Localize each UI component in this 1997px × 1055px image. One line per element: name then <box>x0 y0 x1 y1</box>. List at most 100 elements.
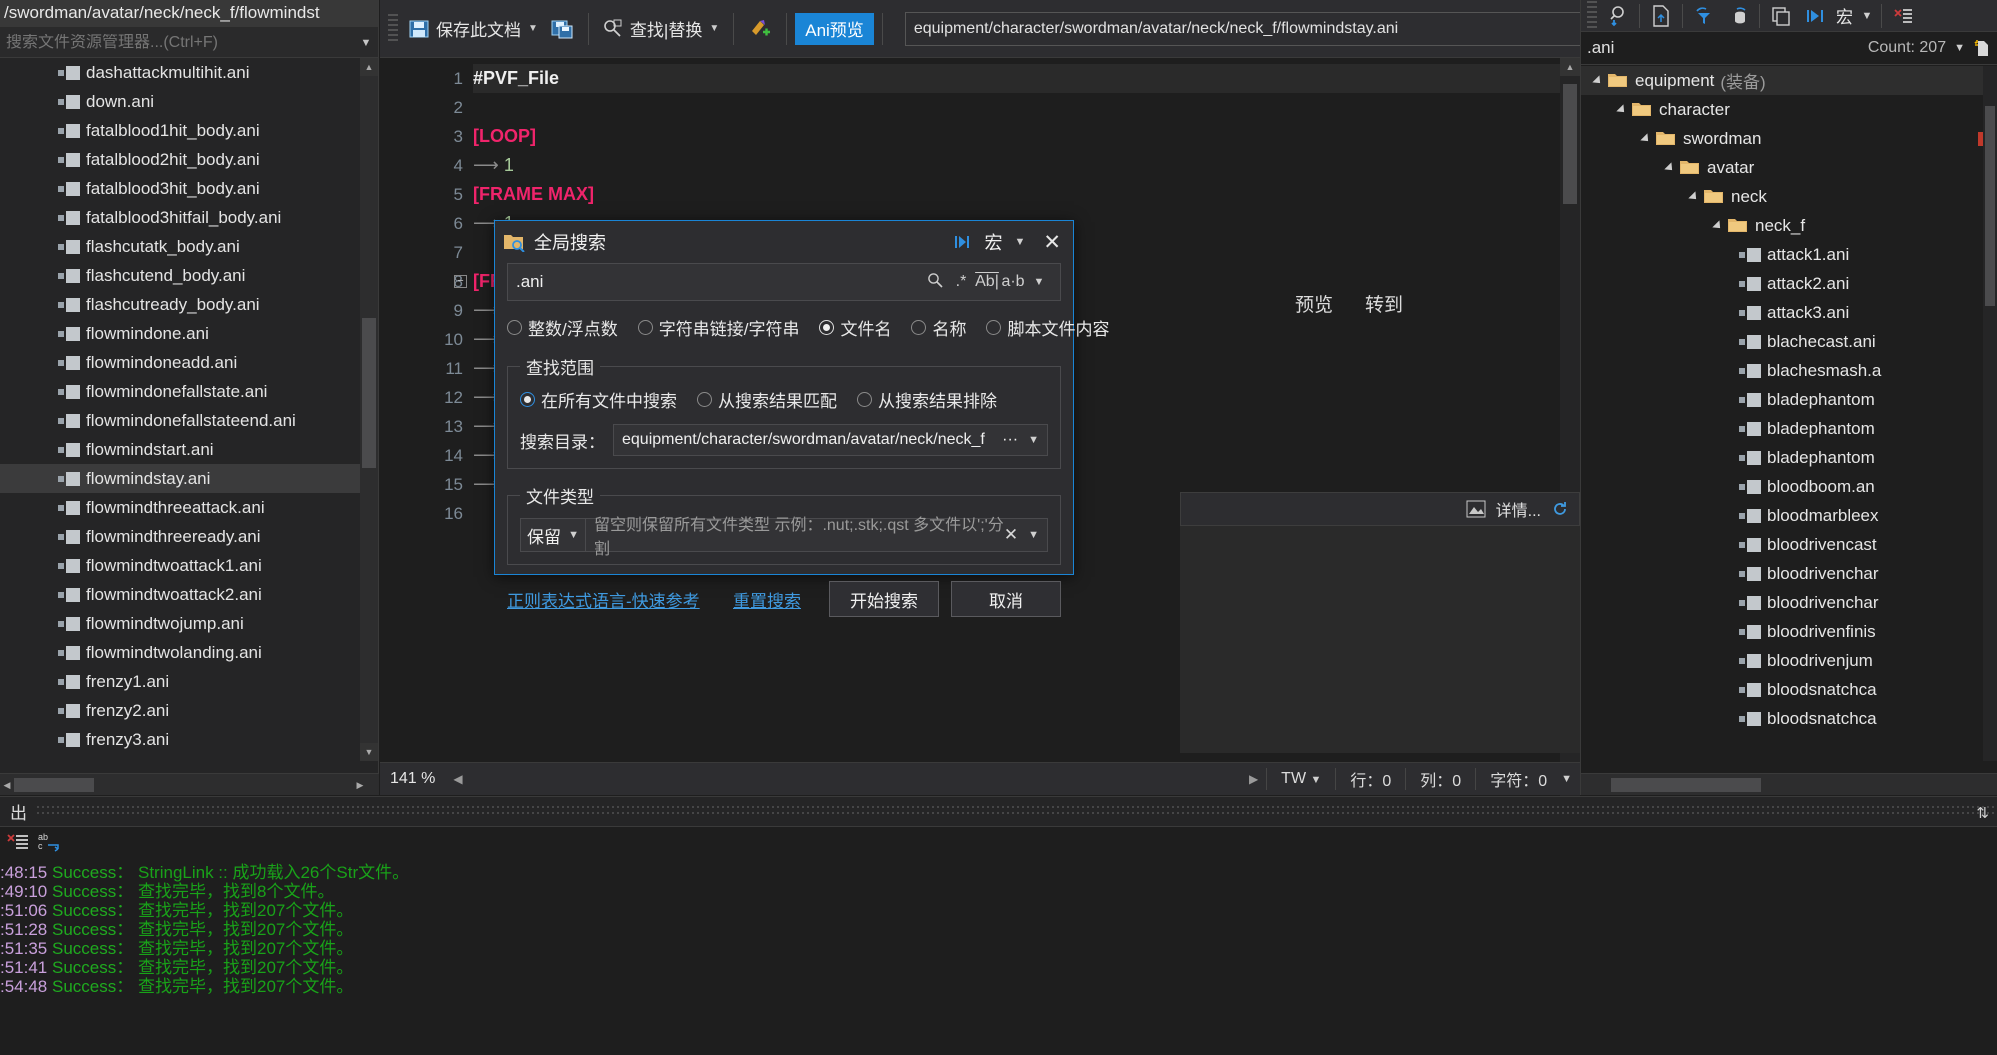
list-item[interactable]: down.ani <box>0 87 360 116</box>
tree-file-node[interactable]: bloodmarbleex <box>1581 501 1983 530</box>
search-directory-input[interactable]: equipment/character/swordman/avatar/neck… <box>613 424 1048 456</box>
filter-undo-icon[interactable] <box>1687 1 1721 31</box>
tree-file-node[interactable]: blachesmash.a <box>1581 356 1983 385</box>
list-item[interactable]: flowmindthreeattack.ani <box>0 493 360 522</box>
save-document-button[interactable]: 保存此文档 ▼ <box>402 10 544 48</box>
zoom-out-icon[interactable]: ◀ <box>445 772 470 786</box>
chevron-expanded-icon[interactable] <box>1592 75 1603 86</box>
dialog-macro-button[interactable]: 宏 <box>985 229 1003 255</box>
chevron-down-icon[interactable]: ▼ <box>568 529 579 541</box>
new-file-icon[interactable] <box>1973 39 1991 57</box>
chevron-expanded-icon[interactable] <box>1688 191 1699 202</box>
pin-icon[interactable]: ⇅ <box>1976 804 1989 822</box>
list-item[interactable]: frenzy1.ani <box>0 667 360 696</box>
detail-label[interactable]: 详情... <box>1496 497 1541 521</box>
radio-indicator[interactable] <box>697 392 712 407</box>
search-query-input[interactable]: .ani .* Ab| a·b ▼ <box>507 263 1061 301</box>
tree-node[interactable]: swordman <box>1581 124 1983 153</box>
list-item[interactable]: flowmindstart.ani <box>0 435 360 464</box>
regex-toggle-icon[interactable]: .* <box>948 273 974 291</box>
goto-label[interactable]: 转到 <box>1365 290 1403 350</box>
tree-file-node[interactable]: bloodsnatchca <box>1581 675 1983 704</box>
cancel-button[interactable]: 取消 <box>951 581 1061 617</box>
chevron-down-icon[interactable]: ▼ <box>1015 236 1026 248</box>
play-to-end-icon[interactable] <box>1798 1 1832 31</box>
list-item[interactable]: frenzy2.ani <box>0 696 360 725</box>
chevron-down-icon[interactable]: ▼ <box>1857 1 1877 31</box>
list-item[interactable]: flowmindtwolanding.ani <box>0 638 360 667</box>
tree-file-node[interactable]: bloodrivenfinis <box>1581 617 1983 646</box>
chevron-down-icon[interactable]: ▼ <box>1028 434 1039 446</box>
hscroll-thumb[interactable] <box>1611 778 1761 792</box>
scroll-thumb[interactable] <box>1985 106 1995 306</box>
tree-file-node[interactable]: blachecast.ani <box>1581 327 1983 356</box>
tree-file-node[interactable]: bloodsnatchca <box>1581 704 1983 733</box>
tree-file-node[interactable]: attack1.ani <box>1581 240 1983 269</box>
chevron-down-icon[interactable]: ▼ <box>1561 773 1580 785</box>
radio-indicator[interactable] <box>638 320 653 335</box>
redo-db-icon[interactable] <box>1721 1 1755 31</box>
scroll-thumb[interactable] <box>1563 84 1577 204</box>
tree-file-node[interactable]: attack2.ani <box>1581 269 1983 298</box>
chevron-down-icon[interactable]: ▼ <box>1954 42 1965 54</box>
list-item[interactable]: fatalblood2hit_body.ani <box>0 145 360 174</box>
list-item[interactable]: dashattackmultihit.ani <box>0 58 360 87</box>
radio-option[interactable]: 脚本文件内容 <box>986 315 1109 340</box>
tree-node[interactable]: character <box>1581 95 1983 124</box>
tree-file-node[interactable]: attack3.ani <box>1581 298 1983 327</box>
tree-node[interactable]: neck <box>1581 182 1983 211</box>
explorer-search-input[interactable] <box>6 34 354 52</box>
radio-indicator[interactable] <box>986 320 1001 335</box>
chevron-expanded-icon[interactable] <box>1616 104 1627 115</box>
search-icon[interactable] <box>922 272 948 293</box>
radio-indicator[interactable] <box>911 320 926 335</box>
tree-file-node[interactable]: bloodrivenjum <box>1581 646 1983 675</box>
radio-indicator[interactable] <box>857 392 872 407</box>
list-item[interactable]: flashcutatk_body.ani <box>0 232 360 261</box>
chevron-down-icon[interactable]: ▼ <box>1028 529 1039 541</box>
toolbar-grip[interactable] <box>388 14 398 44</box>
clear-list-icon[interactable] <box>1886 1 1920 31</box>
chevron-down-icon[interactable]: ▼ <box>528 23 538 34</box>
export-file-icon[interactable] <box>1644 1 1678 31</box>
tree-file-node[interactable]: bladephantom <box>1581 414 1983 443</box>
list-item[interactable]: flowmindonefallstateend.ani <box>0 406 360 435</box>
list-item[interactable]: fatalblood3hitfail_body.ani <box>0 203 360 232</box>
chevron-expanded-icon[interactable] <box>1712 220 1723 231</box>
tree-hscrollbar[interactable] <box>1581 773 1997 795</box>
list-item[interactable]: flowmindonefallstate.ani <box>0 377 360 406</box>
tree-node[interactable]: equipment(装备) <box>1581 66 1983 95</box>
chevron-down-icon[interactable]: ▼ <box>709 23 719 34</box>
start-search-button[interactable]: 开始搜索 <box>829 581 939 617</box>
radio-indicator[interactable] <box>819 320 834 335</box>
close-icon[interactable]: ✕ <box>1043 230 1061 255</box>
code-line[interactable] <box>473 93 1560 122</box>
resource-tree[interactable]: equipment(装备)characterswordmanavatarneck… <box>1581 66 1983 761</box>
scroll-thumb[interactable] <box>362 318 376 468</box>
reset-search-link[interactable]: 重置搜索 <box>733 587 801 612</box>
tree-filter-value[interactable]: .ani <box>1587 38 1614 58</box>
play-to-end-icon[interactable] <box>953 233 973 251</box>
regex-help-link[interactable]: 正则表达式语言-快速参考 <box>507 587 700 612</box>
output-drag-handle[interactable] <box>37 806 1997 818</box>
radio-indicator[interactable] <box>520 392 535 407</box>
duplicate-icon[interactable] <box>1764 1 1798 31</box>
preview-label[interactable]: 预览 <box>1295 290 1333 350</box>
radio-indicator[interactable] <box>507 320 522 335</box>
list-item[interactable]: flowmindtwoattack1.ani <box>0 551 360 580</box>
list-item[interactable]: frenzy3.ani <box>0 725 360 754</box>
toolbar-grip[interactable] <box>1587 1 1597 31</box>
scroll-down-icon[interactable]: ▼ <box>360 743 378 761</box>
list-item[interactable]: flashcutready_body.ani <box>0 290 360 319</box>
list-item[interactable]: flowmindtwoattack2.ani <box>0 580 360 609</box>
file-list-hscrollbar[interactable]: ◀ ▶ <box>0 773 379 795</box>
magic-wand-button[interactable] <box>742 10 778 48</box>
explorer-search-row[interactable]: ▼ <box>0 28 378 58</box>
match-case-icon[interactable]: Ab| <box>974 273 1000 291</box>
refresh-icon[interactable] <box>1551 500 1569 518</box>
tree-scrollbar[interactable] <box>1983 66 1997 761</box>
encoding-selector[interactable]: TW ▼ <box>1267 770 1335 788</box>
scroll-up-icon[interactable]: ▲ <box>1560 58 1580 76</box>
radio-option[interactable]: 字符串链接/字符串 <box>638 315 800 340</box>
hscroll-left-icon[interactable]: ◀ <box>0 774 14 796</box>
